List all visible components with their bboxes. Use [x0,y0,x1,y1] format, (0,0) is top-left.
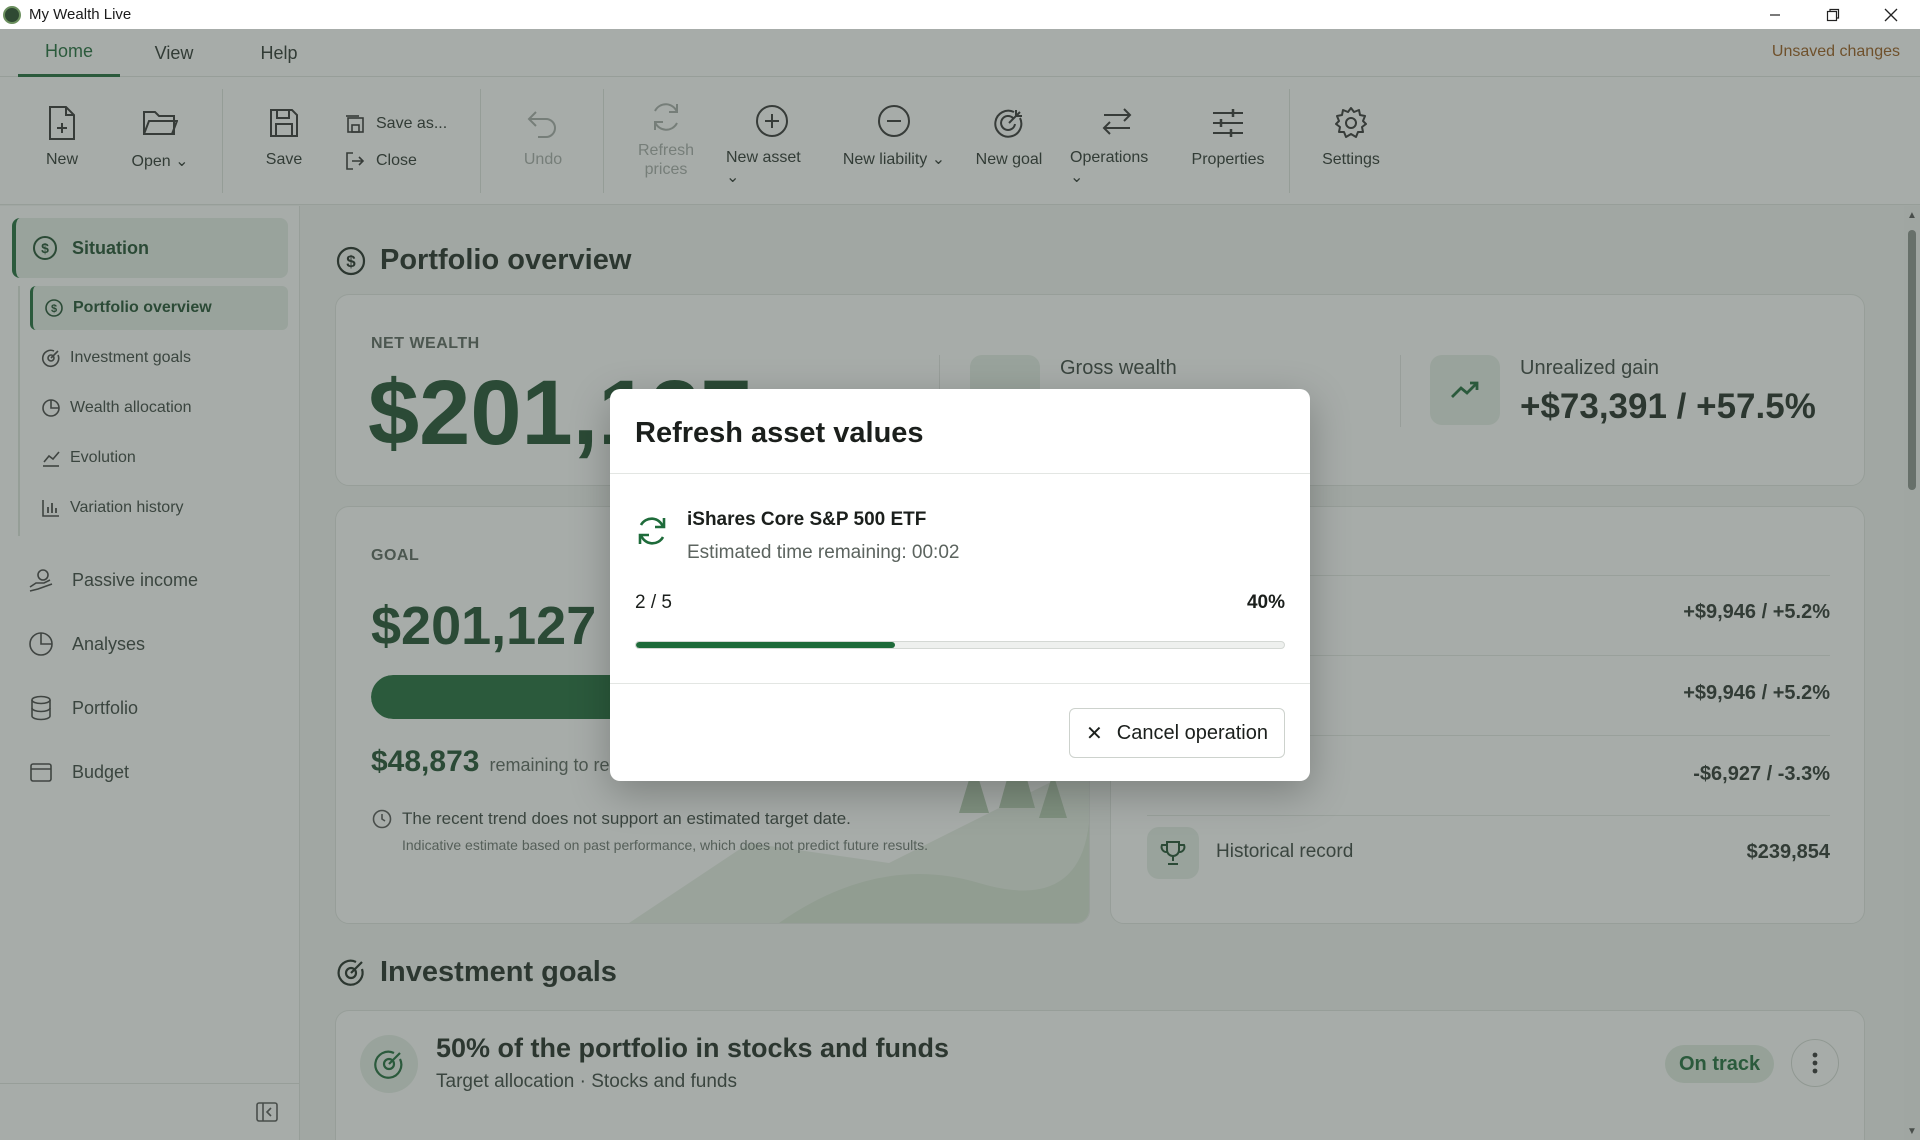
close-window-button[interactable] [1862,0,1920,29]
current-asset-name: iShares Core S&P 500 ETF [687,509,927,530]
dialog-divider [610,683,1310,684]
window-title: My Wealth Live [29,6,132,23]
title-bar: My Wealth Live [0,0,1920,29]
progress-bar [635,641,1285,649]
cancel-operation-button[interactable]: ✕ Cancel operation [1069,708,1285,758]
progress-count: 2 / 5 [635,592,672,613]
cancel-label: Cancel operation [1116,721,1268,744]
refresh-icon [638,517,666,545]
restore-button[interactable] [1804,0,1862,29]
dialog-title: Refresh asset values [635,417,924,449]
close-icon [1884,8,1898,21]
progress-percent: 40% [1246,592,1285,613]
dialog-divider [610,473,1310,474]
time-remaining: Estimated time remaining: 00:02 [687,542,960,563]
progress-fill [636,642,896,648]
minimize-icon [1770,13,1780,16]
close-icon: ✕ [1086,722,1103,745]
app-logo-icon [3,5,21,24]
window-controls [1746,0,1920,29]
restore-icon [1826,8,1840,21]
minimize-button[interactable] [1746,0,1804,29]
refresh-dialog: Refresh asset values iShares Core S&P 50… [610,389,1310,781]
